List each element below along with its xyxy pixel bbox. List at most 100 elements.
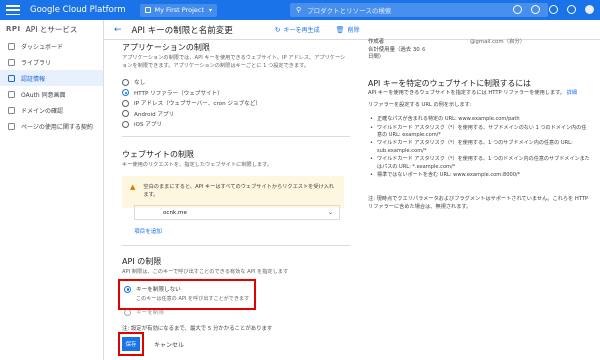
website-restriction-description: キー使用のリクエストを、指定したウェブサイトに制限します。 — [122, 162, 272, 168]
dashboard-icon — [8, 42, 15, 50]
gift-icon[interactable] — [513, 5, 522, 14]
divider — [122, 245, 350, 246]
radio-icon — [122, 110, 129, 118]
project-icon — [144, 7, 151, 13]
radio-icon — [122, 99, 129, 107]
regenerate-key-button[interactable]: ↻ キーを再生成 — [274, 25, 320, 35]
radio-option-dont-restrict[interactable]: キーを制限しない — [124, 284, 181, 295]
radio-icon — [122, 78, 129, 86]
info-footnote: 注: 現時点でクエリパラメータおよびフラグメントはサポートされていません。これら… — [368, 196, 589, 210]
radio-selected-icon — [122, 89, 129, 97]
search-input[interactable]: ⚲ プロダクトとリソースの検索 — [290, 3, 548, 17]
main-content: アプリケーションの制限 アプリケーションの制限では、API キーを使用できるウェ… — [104, 40, 354, 360]
search-icon: ⚲ — [296, 6, 302, 14]
page-header: ← API キーの制限と名前変更 ↻ キーを再生成 🗑 削除 — [104, 20, 600, 40]
radio-label: Android アプリ — [134, 111, 175, 118]
learn-more-link[interactable]: 詳細 — [567, 90, 577, 96]
radio-label: なし — [134, 80, 146, 87]
sidebar-item-domain-verification[interactable]: ドメインの確認 — [0, 102, 103, 118]
radio-option-restrict-key[interactable]: キーを制限 — [124, 307, 164, 318]
list-item: 正確なパスが含まれる特定の URL: www.example.com/path — [368, 116, 590, 124]
sidebar-item-oauth-consent[interactable]: OAuth 同意画面 — [0, 86, 103, 102]
radio-icon — [122, 120, 129, 128]
delete-label: 削除 — [347, 27, 360, 34]
sidebar: RPI API とサービス ダッシュボード ライブラリ 認証情報 OAuth 同… — [0, 20, 104, 360]
app-restriction-description: アプリケーションの制限では、API キーを使用できるウェブサイト、IP アドレス… — [122, 55, 346, 69]
brand-name: Google Cloud Platform — [30, 5, 126, 15]
key-icon — [8, 74, 15, 82]
website-input[interactable]: ocnk.me ⌄ — [134, 205, 340, 220]
radio-icon — [124, 308, 131, 316]
add-item-link[interactable]: 項目を追加 — [134, 227, 162, 235]
radio-selected-icon — [124, 285, 131, 293]
trash-icon: 🗑 — [335, 25, 345, 34]
project-selector[interactable]: My First Project ▾ — [139, 3, 218, 17]
sidebar-item-label: OAuth 同意画面 — [21, 91, 66, 99]
creator-row: 作成者 @gmail.com（自分） — [368, 39, 525, 46]
more-icon[interactable] — [567, 5, 576, 14]
sidebar-header: RPI API とサービス — [0, 20, 103, 38]
sidebar-item-dashboard[interactable]: ダッシュボード — [0, 38, 103, 54]
info-intro: API キーを使用できるウェブサイトを指定するには HTTP リファラーを使用し… — [368, 90, 590, 98]
refresh-icon: ↻ — [274, 25, 281, 34]
app-restriction-title: アプリケーションの制限 — [122, 43, 210, 52]
chevron-down-icon[interactable]: ⌄ — [328, 209, 333, 216]
radio-option-android[interactable]: Android アプリ — [122, 109, 261, 120]
warning-icon: ▲ — [130, 183, 136, 191]
avatar[interactable] — [585, 5, 594, 14]
regenerate-key-label: キーを再生成 — [283, 27, 320, 34]
notifications-icon[interactable] — [549, 5, 558, 14]
warning-text: 空白のままにすると、API キーはすべてのウェブサイトからリクエストを受け入れま… — [143, 184, 335, 198]
sidebar-item-credentials[interactable]: 認証情報 — [0, 70, 103, 86]
usage-label: 合計使用量（過去 30 日間） — [368, 47, 420, 60]
api-restriction-description: API 制限は、このキーで呼び出すことのできる有効な API を指定します — [122, 269, 289, 275]
info-title: API キーを特定のウェブサイトに制限するには — [368, 79, 531, 88]
radio-option-http-referrer[interactable]: HTTP リファラー（ウェブサイト） — [122, 88, 261, 99]
save-button[interactable]: 保存 — [122, 337, 140, 351]
list-item: ワイルドカード アスタリスク（*）を使用する、サブドメインのない 1 つのドメイ… — [368, 125, 590, 140]
library-icon — [8, 58, 15, 66]
settings-icon — [8, 122, 15, 130]
sidebar-item-label: ページの使用に関する契約 — [21, 123, 93, 131]
chevron-down-icon: ▾ — [209, 6, 213, 14]
creator-label: 作成者 — [368, 39, 385, 45]
divider — [122, 136, 350, 137]
radio-label: iOS アプリ — [134, 122, 163, 129]
consent-icon — [8, 90, 15, 98]
sidebar-item-page-usage-agreements[interactable]: ページの使用に関する契約 — [0, 118, 103, 134]
radio-option-ios[interactable]: iOS アプリ — [122, 119, 261, 130]
website-restriction-title: ウェブサイトの制限 — [122, 150, 194, 159]
sidebar-item-label: ドメインの確認 — [21, 107, 64, 115]
radio-label: IP アドレス（ウェブサーバー、cron ジョブなど） — [134, 101, 261, 108]
api-restriction-title: API の制限 — [122, 257, 162, 266]
list-item: ワイルドカード アスタリスク（*）を使用する、1 つのサブドメイン内の任意の U… — [368, 140, 590, 155]
checkbox-icon — [8, 106, 15, 114]
app-restriction-options: なし HTTP リファラー（ウェブサイト） IP アドレス（ウェブサーバー、cr… — [122, 77, 261, 130]
sidebar-item-label: 認証情報 — [21, 75, 46, 83]
referrer-example-list: 正確なパスが含まれる特定の URL: www.example.com/path … — [368, 116, 590, 181]
radio-label: HTTP リファラー（ウェブサイト） — [134, 90, 223, 97]
radio-label: キーを制限しない — [136, 287, 181, 294]
cancel-button[interactable]: キャンセル — [154, 340, 184, 349]
list-item: ワイルドカード アスタリスク（*）を使用する、1 つのドメイン内の任意のサブドメ… — [368, 156, 590, 171]
radio-option-none[interactable]: なし — [122, 77, 261, 88]
delete-button[interactable]: 🗑 削除 — [335, 25, 360, 35]
radio-label: キーを制限 — [136, 310, 164, 317]
sidebar-item-label: ライブラリ — [21, 59, 52, 67]
list-item: 標準ではないポートを含む URL: www.example.com:8000/* — [368, 172, 590, 180]
sidebar-title: API とサービス — [25, 24, 78, 34]
menu-icon[interactable] — [6, 5, 20, 15]
info-panel: 作成者 @gmail.com（自分） 合計使用量（過去 30 日間） 6 API… — [354, 39, 600, 360]
website-value: ocnk.me — [163, 209, 187, 216]
top-bar: Google Cloud Platform My First Project ▾… — [0, 0, 600, 20]
top-icons — [513, 5, 594, 14]
help-icon[interactable] — [531, 5, 540, 14]
info-list-intro: リファラーを設定する URL の例を示します: — [368, 102, 472, 108]
back-arrow-icon[interactable]: ← — [114, 25, 122, 35]
warning-box: ▲ 空白のままにすると、API キーはすべてのウェブサイトからリクエストを受け入… — [122, 176, 344, 208]
radio-option-ip-address[interactable]: IP アドレス（ウェブサーバー、cron ジョブなど） — [122, 98, 261, 109]
creator-value: @gmail.com（自分） — [470, 39, 526, 45]
usage-value: 6 — [422, 47, 426, 53]
sidebar-item-library[interactable]: ライブラリ — [0, 54, 103, 70]
search-placeholder: プロダクトとリソースの検索 — [307, 7, 392, 15]
